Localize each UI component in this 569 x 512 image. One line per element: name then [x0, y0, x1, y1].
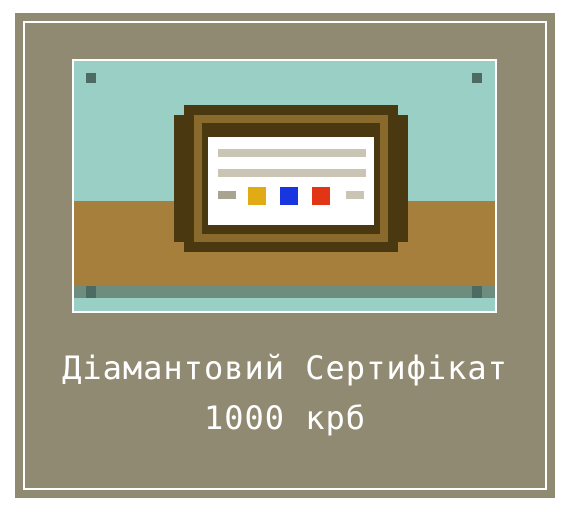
item-name: Діамантовий Сертифікат [62, 349, 508, 387]
certificate-picture [72, 59, 497, 313]
corner-mark [86, 286, 96, 298]
framed-certificate-icon [74, 61, 495, 311]
swatch-blue [280, 187, 298, 205]
text-stripe [218, 169, 366, 177]
corner-mark [86, 73, 96, 83]
certificate-shop-card[interactable]: Діамантовий Сертифікат 1000 крб [15, 13, 555, 498]
swatch-red [312, 187, 330, 205]
corner-mark [472, 73, 482, 83]
item-price: 1000 крб [203, 399, 367, 437]
text-stripe [218, 149, 366, 157]
swatch-yellow [248, 187, 266, 205]
corner-mark [472, 286, 482, 298]
